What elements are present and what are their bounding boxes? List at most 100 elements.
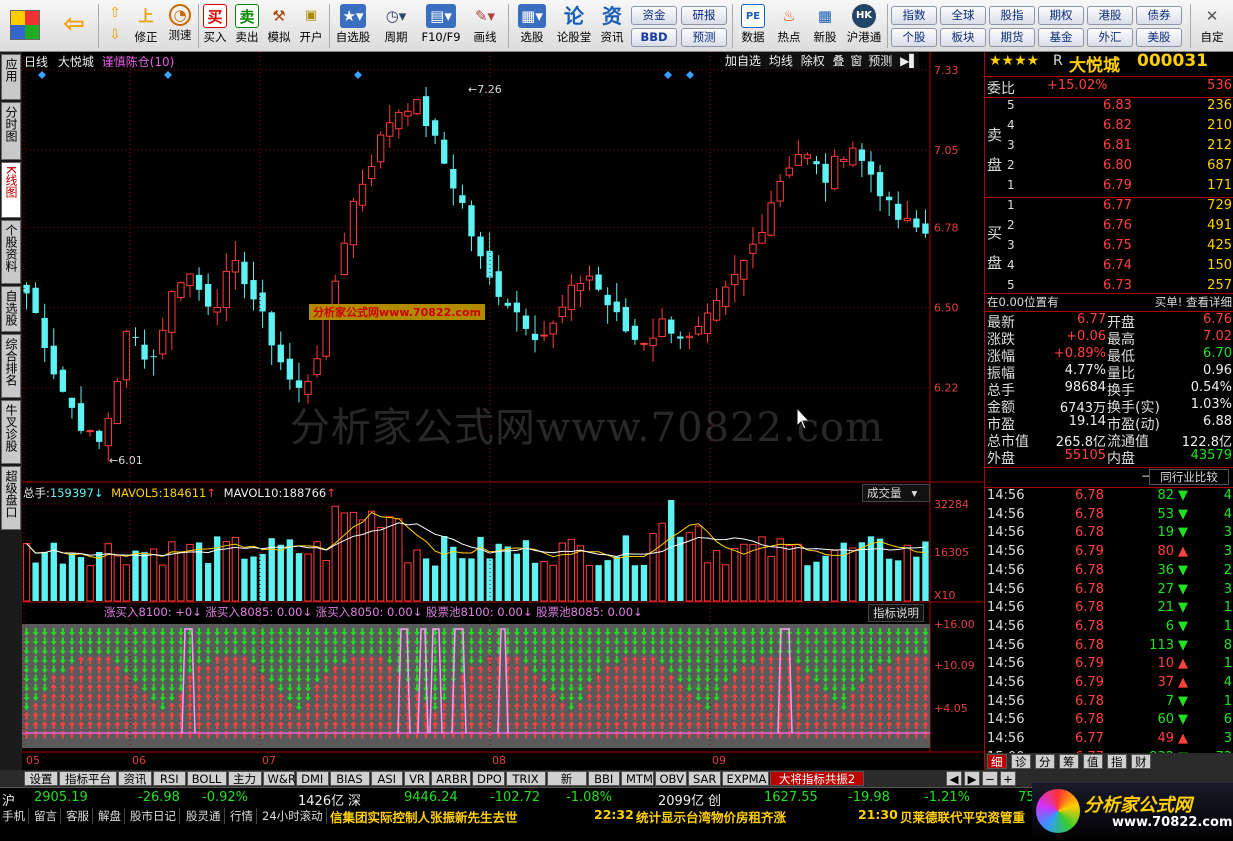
period-button[interactable]: ◷▾ 周期 [377, 2, 415, 50]
window-button[interactable]: 窗 [850, 54, 862, 68]
tab-stock-info[interactable]: 个股资料 [1, 220, 21, 284]
detail-tab[interactable]: 值 [1083, 754, 1103, 769]
zoom-in-icon[interactable]: + [1000, 771, 1016, 786]
hk-connect-button[interactable]: HK 沪港通 [844, 2, 884, 50]
status-link[interactable]: 股灵通 [186, 808, 225, 824]
detail-tab[interactable]: 细 [987, 754, 1007, 769]
ask-row[interactable]: 2 6.80 687 [985, 158, 1233, 177]
forum-button[interactable]: 论论股堂 [556, 2, 592, 50]
logo-button[interactable] [6, 2, 44, 50]
indicator-tab[interactable]: 设置 [24, 771, 58, 786]
news-ticker-3[interactable]: 贝莱德联代平安资管重 [900, 807, 1025, 826]
tab-watchlist[interactable]: 自选股 [1, 286, 21, 332]
detail-tab[interactable]: 财 [1131, 754, 1151, 769]
indicator-tab[interactable]: 新DMA [546, 771, 587, 801]
news-ticker-2[interactable]: 统计显示台湾物价房租齐涨 [636, 807, 786, 826]
tab-intraday[interactable]: 分时图 [1, 102, 21, 160]
indicator-tab[interactable]: 大将指标共振2 [770, 771, 864, 786]
options-button[interactable]: 期权 [1038, 6, 1084, 25]
tab-kline[interactable]: K线图 [1, 162, 21, 218]
fund-button[interactable]: 资金 [631, 6, 677, 25]
stock-picker-button[interactable]: ▦▾ 选股 [512, 2, 552, 50]
bid-row[interactable]: 4 6.74 150 [985, 258, 1233, 277]
back-button[interactable]: ⇦ [52, 2, 96, 50]
indicator-tab[interactable]: OBV [654, 771, 687, 786]
sector-button[interactable]: 板块 [940, 28, 986, 47]
status-link[interactable]: 股市日记 [130, 808, 180, 824]
draw-line-button[interactable]: ✎▾ 画线 [466, 2, 504, 50]
volume-dropdown[interactable]: 成交量 ▾ [862, 484, 930, 502]
add-watchlist-button[interactable]: 加自选 [725, 54, 761, 68]
status-link[interactable]: 留言 [34, 808, 61, 824]
indicator-tab[interactable]: BIAS [329, 771, 370, 786]
up-down-button[interactable]: ⇧ ⇩ [104, 2, 126, 50]
scroll-right-icon[interactable]: ▶ [964, 771, 980, 786]
predict-button[interactable]: 预测 [868, 54, 892, 68]
status-link[interactable]: 客服 [66, 808, 93, 824]
ask-row[interactable]: 4 6.82 210 [985, 118, 1233, 137]
kline-chart-area[interactable]: 7.33 7.05 6.78 6.50 6.22 ←7.26 ←6.01 32284 16305… [22, 52, 984, 770]
customize-button[interactable]: ✕ 自定 [1194, 2, 1230, 50]
forecast-button[interactable]: 预测 [681, 28, 727, 47]
peer-compare-button[interactable]: 同行业比较 [1149, 469, 1229, 485]
indicator-tab[interactable]: RSI [153, 771, 186, 786]
ma-button[interactable]: 均线 [769, 54, 793, 68]
new-stock-button[interactable]: ▦ 新股 [808, 2, 842, 50]
status-link[interactable]: 手机 [2, 808, 29, 824]
status-link[interactable]: 解盘 [98, 808, 125, 824]
detail-tab[interactable]: 分 [1035, 754, 1055, 769]
indicator-tab[interactable]: BOLL [186, 771, 227, 786]
speedtest-button[interactable]: ◔ 测速 [164, 2, 196, 50]
simulate-button[interactable]: ⚒ 模拟 [264, 2, 294, 50]
sell-button[interactable]: 卖卖出 [232, 2, 262, 50]
bid-row[interactable]: 3 6.75 425 [985, 238, 1233, 257]
forex-button[interactable]: 外汇 [1087, 28, 1133, 47]
index-button[interactable]: 指数 [891, 6, 937, 25]
indicator-tab[interactable]: ARBR [431, 771, 471, 786]
funds-button[interactable]: 基金 [1038, 28, 1084, 47]
indicator-tab[interactable]: 指标平台 [59, 771, 117, 786]
indicator-tab[interactable]: DPO [472, 771, 505, 786]
indicator-help-button[interactable]: 指标说明 [868, 604, 924, 622]
us-stock-button[interactable]: 美股 [1136, 28, 1182, 47]
status-link[interactable]: 行情 [230, 808, 257, 824]
ask-row[interactable]: 5 6.83 236 [985, 98, 1233, 117]
tab-ranking[interactable]: 综合排名 [1, 334, 21, 398]
exright-button[interactable]: 除权 [801, 54, 825, 68]
indicator-tab[interactable]: W&R [262, 771, 296, 786]
tab-super-depth[interactable]: 超级盘口 [1, 466, 21, 530]
research-button[interactable]: 研报 [681, 6, 727, 25]
detail-tab[interactable]: 诊 [1011, 754, 1031, 769]
bbd-button[interactable]: BBD [631, 28, 677, 47]
indicator-tab[interactable]: DMI [296, 771, 329, 786]
global-button[interactable]: 全球 [940, 6, 986, 25]
f10-button[interactable]: ▤▾ F10/F9 [419, 2, 463, 50]
futures-button[interactable]: 期货 [989, 28, 1035, 47]
indicator-tab[interactable]: BBI [587, 771, 620, 786]
scroll-left-icon[interactable]: ◀ [946, 771, 962, 786]
news-button[interactable]: 资资讯 [594, 2, 630, 50]
open-account-button[interactable]: ▣ 开户 [296, 2, 326, 50]
hk-stock-button[interactable]: 港股 [1087, 6, 1133, 25]
bid-row[interactable]: 2 6.76 491 [985, 218, 1233, 237]
indicator-tab[interactable]: TRIX [505, 771, 546, 786]
fixup-button[interactable]: 上修正 [130, 2, 162, 50]
ask-row[interactable]: 1 6.79 171 [985, 178, 1233, 197]
data-button[interactable]: PE 数据 [736, 2, 770, 50]
stock-button[interactable]: 个股 [891, 28, 937, 47]
stock-index-button[interactable]: 股指 [989, 6, 1035, 25]
detail-tab[interactable]: 指 [1107, 754, 1127, 769]
indicator-tab[interactable]: MTM [621, 771, 654, 786]
view-detail-link[interactable]: 买单! 查看详细 [1155, 294, 1232, 310]
news-ticker-1[interactable]: 信集团实际控制人张振新先生去世 [330, 807, 518, 826]
custom-stocks-button[interactable]: ★▾ 自选股 [333, 2, 373, 50]
buy-button[interactable]: 买买入 [200, 2, 230, 50]
status-link[interactable]: 24小时滚动 [262, 808, 327, 824]
indicator-tab[interactable]: SAR [688, 771, 721, 786]
indicator-tab[interactable]: VR [404, 771, 430, 786]
hot-button[interactable]: ♨ 热点 [772, 2, 806, 50]
ask-row[interactable]: 3 6.81 212 [985, 138, 1233, 157]
indicator-tab[interactable]: 主力 [227, 771, 262, 786]
indicator-tab[interactable]: EXPMA [721, 771, 769, 786]
indicator-tab[interactable]: ASI [370, 771, 403, 786]
